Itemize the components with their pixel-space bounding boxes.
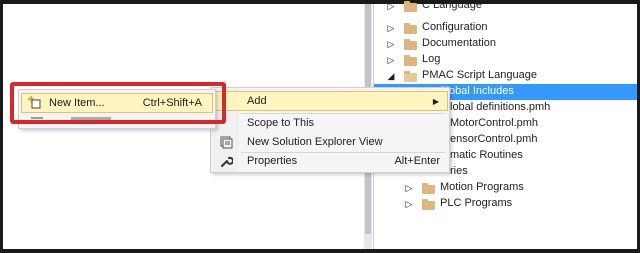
callout-highlight-box: [10, 82, 226, 124]
context-menu: Add ▶ Scope to This New Solution Explore…: [210, 87, 450, 173]
tree-item-log[interactable]: ▷ Log: [374, 52, 637, 68]
menu-item-label: Properties: [247, 155, 298, 167]
tree-item-configuration[interactable]: ▷ Configuration: [374, 20, 637, 36]
submenu-arrow-icon: ▶: [432, 96, 439, 106]
wrench-icon: [219, 154, 233, 168]
collapse-arrow-icon[interactable]: ◢: [386, 71, 396, 81]
window-bottom-border: [0, 249, 640, 253]
tree-item-label: MotorControl.pmh: [450, 117, 539, 129]
tree-item-label: Log: [422, 53, 441, 65]
folder-icon: [404, 23, 417, 34]
tree-item-c-language[interactable]: ▷ C Language: [374, 0, 637, 14]
menu-item-label: Scope to This: [247, 117, 315, 129]
tree-item-label: PMAC Script Language: [422, 69, 537, 81]
expand-arrow-icon[interactable]: ▷: [386, 55, 396, 65]
menu-item-shortcut: Alt+Enter: [394, 155, 440, 167]
folder-icon: [422, 183, 435, 194]
tree-item-label: Motion Programs: [440, 181, 524, 193]
menu-item-label: Add: [247, 95, 267, 107]
tree-item-label: ries: [450, 165, 468, 177]
tree-item-documentation[interactable]: ▷ Documentation: [374, 36, 637, 52]
tree-item-label: PLC Programs: [440, 197, 513, 209]
folder-icon: [422, 199, 435, 210]
tree-item-label: C Language: [422, 0, 482, 11]
expand-arrow-icon[interactable]: ▷: [404, 199, 414, 209]
tree-item-motion-programs[interactable]: ▷ Motion Programs: [374, 180, 637, 196]
tree-item-label: Documentation: [422, 37, 496, 49]
tree-item-label: lobal definitions.pmh: [450, 101, 551, 113]
tree-item-label: matic Routines: [450, 149, 523, 161]
expand-arrow-icon[interactable]: ▷: [386, 39, 396, 49]
menu-item-scope-to-this[interactable]: Scope to This: [212, 113, 448, 133]
tree-item-label: ensorControl.pmh: [450, 133, 538, 145]
menu-item-new-solution-explorer-view[interactable]: New Solution Explorer View: [212, 132, 448, 152]
expand-arrow-icon[interactable]: ▷: [404, 183, 414, 193]
tree-item-pmac-script-language[interactable]: ◢ PMAC Script Language: [374, 68, 637, 84]
folder-icon: [404, 1, 417, 12]
new-explorer-view-icon: [219, 135, 233, 149]
window-left-border: [0, 0, 3, 253]
folder-icon: [404, 55, 417, 66]
expand-arrow-icon[interactable]: ▷: [386, 23, 396, 33]
menu-item-add[interactable]: Add ▶: [212, 91, 448, 111]
tree-item-plc-programs[interactable]: ▷ PLC Programs: [374, 196, 637, 212]
menu-item-properties[interactable]: Properties Alt+Enter: [212, 151, 448, 171]
open-folder-icon: [404, 71, 417, 82]
menu-item-label: New Solution Explorer View: [247, 136, 383, 148]
folder-icon: [404, 39, 417, 50]
expand-arrow-icon[interactable]: ▷: [386, 1, 396, 11]
tree-item-label: Configuration: [422, 21, 488, 33]
